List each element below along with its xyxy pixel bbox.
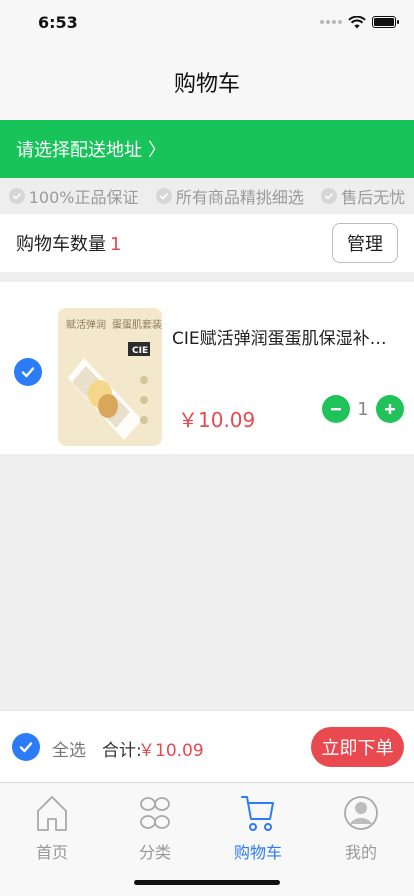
status-time: 6:53 [38, 12, 78, 32]
battery-icon [372, 16, 399, 28]
total-label: 合计: [102, 741, 142, 761]
tab-label: 购物车 [233, 843, 282, 862]
product-image[interactable]: 赋活弹润 蛋蛋肌套装 CIE [58, 308, 162, 446]
order-button[interactable]: 立即下单 [311, 727, 404, 767]
guarantee-item: 售后无忧 [321, 184, 405, 208]
page-title: 购物车 [173, 72, 240, 97]
tab-cart[interactable]: 购物车 [218, 791, 298, 863]
select-all-checkbox[interactable] [12, 733, 40, 761]
minus-icon [331, 408, 341, 411]
decrement-button[interactable] [322, 395, 350, 423]
guarantee-label: 所有商品精挑细选 [175, 188, 304, 207]
check-circle-icon [321, 188, 338, 204]
quantity-stepper: 1 [322, 395, 404, 423]
cart-count-value: 1 [110, 234, 122, 255]
checkmark-icon [21, 367, 35, 378]
total-value: ￥10.09 [138, 741, 204, 761]
check-circle-icon [155, 188, 172, 204]
product-image-text: 赋活弹润 [66, 318, 106, 331]
tab-label: 首页 [35, 843, 68, 862]
nav-header: 购物车 [0, 44, 414, 120]
signal-icon [320, 20, 342, 24]
increment-button[interactable] [376, 395, 404, 423]
cart-count-label: 购物车数量 [16, 234, 106, 255]
tab-profile[interactable]: 我的 [321, 791, 401, 863]
product-price: ￥10.09 [178, 408, 256, 432]
category-icon [137, 791, 173, 835]
status-bar: 6:53 [0, 0, 414, 44]
address-label: 请选择配送地址 [16, 140, 142, 161]
plus-icon [385, 404, 395, 414]
profile-icon [343, 791, 379, 835]
product-name[interactable]: CIE赋活弹润蛋蛋肌保湿补水1... [172, 324, 398, 349]
product-image-text: 蛋蛋肌套装 [112, 318, 162, 331]
guarantee-item: 所有商品精挑细选 [155, 184, 304, 208]
checkmark-icon [19, 742, 33, 753]
check-circle-icon [8, 188, 25, 204]
guarantee-row: 100%正品保证 所有商品精挑细选 售后无忧 [0, 178, 414, 214]
guarantee-label: 售后无忧 [341, 188, 406, 207]
home-indicator [134, 880, 280, 885]
guarantee-item: 100%正品保证 [8, 184, 139, 208]
tab-category[interactable]: 分类 [115, 791, 195, 863]
cart-icon [240, 791, 276, 835]
checkout-bar: 全选 合计: ￥10.09 立即下单 [0, 710, 414, 782]
home-icon [34, 791, 70, 835]
status-icons [320, 15, 399, 29]
tab-home[interactable]: 首页 [12, 791, 92, 863]
wifi-icon [348, 15, 366, 28]
tab-label: 我的 [344, 843, 377, 862]
chevron-right-icon: 〉 [148, 140, 166, 161]
manage-button[interactable]: 管理 [332, 223, 398, 263]
tab-label: 分类 [138, 843, 171, 862]
cart-count-row: 购物车数量 1 管理 [0, 214, 414, 272]
product-brand-text: CIE [132, 346, 148, 356]
item-checkbox[interactable] [14, 358, 42, 386]
tab-bar: 首页 分类 购物车 我的 [0, 782, 414, 896]
guarantee-label: 100%正品保证 [28, 188, 139, 207]
address-selector[interactable]: 请选择配送地址 〉 [0, 120, 414, 178]
quantity-value: 1 [357, 398, 369, 420]
select-all-label[interactable]: 全选 [52, 736, 86, 761]
cart-count: 购物车数量 1 [16, 230, 121, 256]
cart-item: 赋活弹润 蛋蛋肌套装 CIE CIE赋活弹润蛋蛋肌保湿补水1... ￥10.09… [0, 282, 414, 454]
